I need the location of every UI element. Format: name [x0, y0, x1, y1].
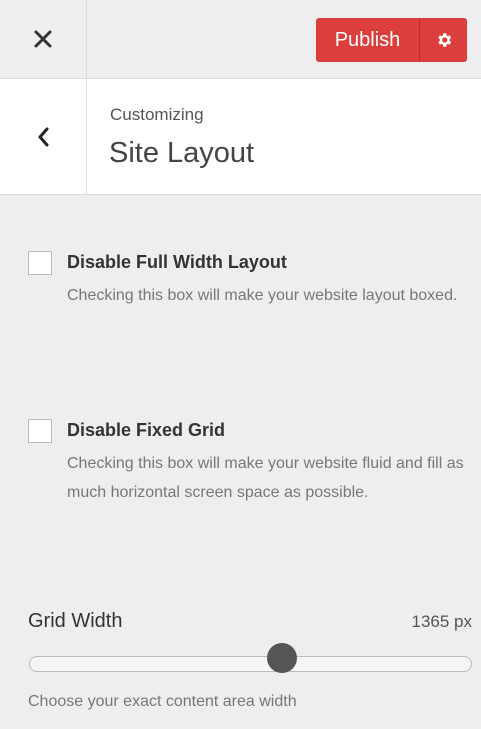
- control-description: Checking this box will make your website…: [67, 287, 458, 304]
- section-title: Site Layout: [109, 137, 255, 169]
- disable-fixed-grid-checkbox[interactable]: [28, 419, 52, 443]
- grid-width-slider-thumb[interactable]: [266, 643, 297, 673]
- control-disable-full-width: Disable Full Width Layout Checking this …: [28, 251, 473, 371]
- chevron-left-icon: [38, 127, 49, 146]
- top-bar: Publish: [0, 0, 481, 79]
- back-button[interactable]: [0, 79, 87, 194]
- breadcrumb: Customizing: [110, 105, 204, 124]
- control-description: Checking this box will make your website…: [67, 455, 464, 501]
- publish-button[interactable]: Publish: [316, 18, 419, 62]
- control-disable-fixed-grid: Disable Fixed Grid Checking this box wil…: [28, 419, 473, 569]
- disable-full-width-checkbox[interactable]: [28, 251, 52, 275]
- control-label: Disable Fixed Grid: [67, 420, 226, 440]
- gear-icon: [437, 33, 451, 47]
- close-button[interactable]: [0, 0, 87, 78]
- grid-width-value: 1365 px: [411, 612, 473, 631]
- grid-width-slider-track[interactable]: [29, 656, 472, 672]
- grid-width-label: Grid Width: [28, 610, 123, 632]
- grid-width-help: Choose your exact content area width: [28, 693, 297, 710]
- publish-group: Publish: [316, 18, 467, 62]
- close-icon: [34, 30, 52, 48]
- control-label: Disable Full Width Layout: [67, 252, 287, 272]
- publish-settings-button[interactable]: [419, 18, 467, 62]
- section-header: Customizing Site Layout: [0, 79, 481, 195]
